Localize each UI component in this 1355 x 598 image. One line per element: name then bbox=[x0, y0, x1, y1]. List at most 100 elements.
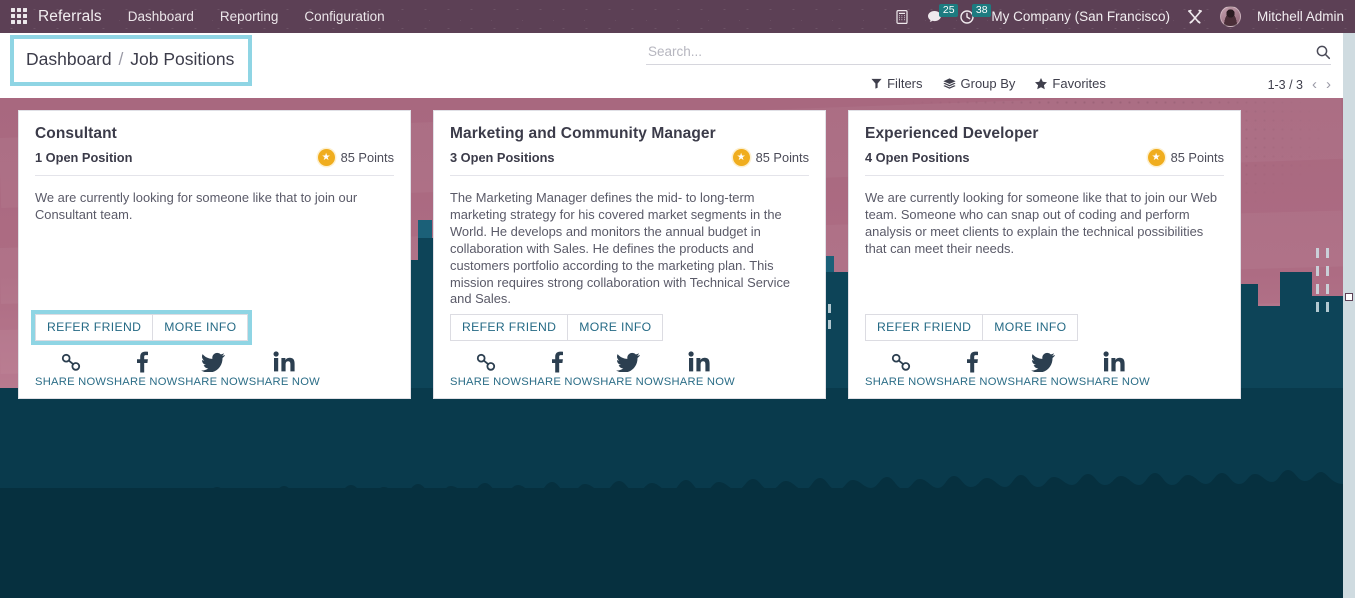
share-row: SHARE NOW SHARE NOW SHARE NOW SHARE NOW bbox=[35, 350, 394, 388]
filter-icon bbox=[871, 78, 882, 89]
breadcrumb: Dashboard / Job Positions bbox=[26, 49, 234, 70]
breadcrumb-highlight: Dashboard / Job Positions bbox=[10, 35, 253, 86]
share-label: SHARE NOW bbox=[450, 376, 522, 389]
pager-range: 1-3 / 3 bbox=[1267, 77, 1303, 92]
share-label: SHARE NOW bbox=[1007, 376, 1079, 389]
main-menu: Dashboard Reporting Configuration bbox=[128, 9, 385, 24]
star-badge-icon: ★ bbox=[317, 149, 335, 166]
share-label: SHARE NOW bbox=[521, 376, 593, 389]
layers-icon bbox=[942, 77, 956, 89]
menu-item-configuration[interactable]: Configuration bbox=[304, 9, 384, 24]
twitter-icon bbox=[1031, 350, 1056, 373]
phone-icon[interactable] bbox=[894, 9, 910, 25]
navbar-systray: 25 38 My Company (San Francisco) Mitchel… bbox=[894, 3, 1355, 27]
share-linkedin-button[interactable]: SHARE NOW bbox=[249, 350, 320, 388]
action-button-group: REFER FRIEND MORE INFO bbox=[450, 314, 664, 342]
job-meta-row: 4 Open Positions ★ 85 Points bbox=[865, 149, 1224, 176]
share-label: SHARE NOW bbox=[592, 376, 664, 389]
refer-friend-button[interactable]: REFER FRIEND bbox=[35, 314, 154, 342]
user-menu[interactable]: Mitchell Admin bbox=[1257, 9, 1344, 24]
search-icon[interactable] bbox=[1309, 44, 1331, 60]
action-button-group: REFER FRIEND MORE INFO bbox=[865, 314, 1079, 342]
control-panel: Dashboard / Job Positions Filters bbox=[0, 33, 1343, 98]
messages-count-badge: 25 bbox=[939, 3, 959, 17]
breadcrumb-separator: / bbox=[118, 49, 124, 69]
open-positions-count: 3 Open Positions bbox=[450, 150, 555, 165]
facebook-icon bbox=[135, 350, 149, 373]
action-button-group: REFER FRIEND MORE INFO bbox=[30, 310, 253, 346]
twitter-icon bbox=[616, 350, 641, 373]
points-value: 85 Points bbox=[340, 150, 394, 165]
share-label: SHARE NOW bbox=[663, 376, 735, 389]
points-value: 85 Points bbox=[755, 150, 809, 165]
user-avatar[interactable] bbox=[1219, 6, 1241, 27]
star-badge-icon: ★ bbox=[732, 149, 750, 166]
chat-bubble-icon[interactable]: 25 bbox=[926, 3, 959, 25]
job-description: We are currently looking for someone lik… bbox=[35, 190, 358, 222]
job-title: Marketing and Community Manager bbox=[450, 125, 716, 142]
share-facebook-button[interactable]: SHARE NOW bbox=[521, 350, 592, 388]
scrollbar-thumb[interactable] bbox=[1345, 293, 1353, 301]
chevron-right-icon[interactable]: › bbox=[1326, 77, 1331, 92]
search-panel: Filters Group By Favorites bbox=[646, 39, 1331, 96]
activities-count-badge: 38 bbox=[972, 3, 992, 17]
favorites-label: Favorites bbox=[1052, 76, 1106, 91]
top-navbar: Referrals Dashboard Reporting Configurat… bbox=[0, 0, 1355, 33]
search-row bbox=[646, 39, 1331, 65]
facebook-icon bbox=[965, 350, 979, 373]
more-info-button[interactable]: MORE INFO bbox=[153, 314, 249, 342]
share-label: SHARE NOW bbox=[248, 376, 320, 389]
share-facebook-button[interactable]: SHARE NOW bbox=[106, 350, 177, 388]
refer-friend-button[interactable]: REFER FRIEND bbox=[450, 314, 569, 342]
job-description: The Marketing Manager defines the mid- t… bbox=[450, 190, 791, 307]
apps-grid-icon[interactable] bbox=[11, 8, 28, 25]
share-twitter-button[interactable]: SHARE NOW bbox=[593, 350, 664, 388]
tools-icon[interactable] bbox=[1186, 8, 1204, 25]
open-positions-count: 1 Open Position bbox=[35, 150, 133, 165]
link-icon bbox=[60, 350, 82, 373]
facebook-icon bbox=[550, 350, 564, 373]
share-twitter-button[interactable]: SHARE NOW bbox=[178, 350, 249, 388]
more-info-button[interactable]: MORE INFO bbox=[568, 314, 664, 342]
share-link-button[interactable]: SHARE NOW bbox=[450, 350, 521, 388]
filter-row: Filters Group By Favorites 1-3 / 3 ‹ › bbox=[646, 65, 1331, 96]
share-linkedin-button[interactable]: SHARE NOW bbox=[664, 350, 735, 388]
menu-item-dashboard[interactable]: Dashboard bbox=[128, 9, 194, 24]
job-position-card[interactable]: Experienced Developer 4 Open Positions ★… bbox=[848, 110, 1241, 400]
share-link-button[interactable]: SHARE NOW bbox=[865, 350, 936, 388]
share-label: SHARE NOW bbox=[865, 376, 937, 389]
share-link-button[interactable]: SHARE NOW bbox=[35, 350, 106, 388]
group-by-label: Group By bbox=[960, 76, 1016, 91]
share-label: SHARE NOW bbox=[106, 376, 178, 389]
card-actions: REFER FRIEND MORE INFO SHARE NOW SHARE N… bbox=[30, 310, 394, 388]
share-row: SHARE NOW SHARE NOW SHARE NOW SHARE NOW bbox=[450, 350, 809, 388]
menu-item-reporting[interactable]: Reporting bbox=[220, 9, 279, 24]
refer-friend-button[interactable]: REFER FRIEND bbox=[865, 314, 984, 342]
link-icon bbox=[475, 350, 497, 373]
share-linkedin-button[interactable]: SHARE NOW bbox=[1079, 350, 1150, 388]
job-position-card[interactable]: Consultant 1 Open Position ★ 85 Points W… bbox=[18, 110, 411, 400]
share-facebook-button[interactable]: SHARE NOW bbox=[936, 350, 1007, 388]
points-group: ★ 85 Points bbox=[317, 149, 394, 166]
star-badge-icon: ★ bbox=[1147, 149, 1165, 166]
job-position-card[interactable]: Marketing and Community Manager 3 Open P… bbox=[433, 110, 826, 400]
chevron-left-icon[interactable]: ‹ bbox=[1312, 77, 1317, 92]
vertical-scrollbar[interactable] bbox=[1343, 33, 1355, 598]
favorites-button[interactable]: Favorites bbox=[1035, 76, 1106, 91]
more-info-button[interactable]: MORE INFO bbox=[983, 314, 1079, 342]
linkedin-icon bbox=[1103, 350, 1125, 373]
card-actions: REFER FRIEND MORE INFO SHARE NOW SHARE N… bbox=[865, 314, 1224, 388]
star-icon bbox=[1035, 77, 1048, 89]
share-twitter-button[interactable]: SHARE NOW bbox=[1008, 350, 1079, 388]
breadcrumb-item-dashboard[interactable]: Dashboard bbox=[26, 49, 112, 69]
job-positions-list: Consultant 1 Open Position ★ 85 Points W… bbox=[0, 110, 1343, 400]
filters-button[interactable]: Filters bbox=[871, 76, 923, 91]
group-by-button[interactable]: Group By bbox=[942, 76, 1016, 91]
company-switcher[interactable]: My Company (San Francisco) bbox=[991, 9, 1170, 24]
app-brand-referrals[interactable]: Referrals bbox=[38, 8, 102, 26]
job-meta-row: 3 Open Positions ★ 85 Points bbox=[450, 149, 809, 176]
search-input[interactable] bbox=[646, 44, 1309, 59]
card-actions: REFER FRIEND MORE INFO SHARE NOW SHARE N… bbox=[450, 314, 809, 388]
points-group: ★ 85 Points bbox=[732, 149, 809, 166]
clock-icon[interactable]: 38 bbox=[959, 3, 992, 25]
